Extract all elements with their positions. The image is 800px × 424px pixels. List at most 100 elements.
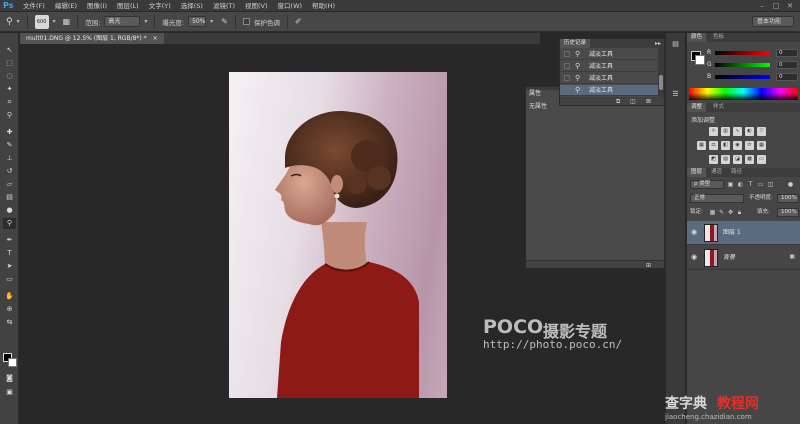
shape-tool-icon[interactable]: ▭ xyxy=(3,274,16,285)
threshold-icon[interactable]: ◪ xyxy=(733,155,742,164)
quick-mask-icon[interactable]: ◙ xyxy=(3,373,16,384)
green-slider[interactable]: G 0 xyxy=(707,60,800,70)
swap-colors-icon[interactable]: ⇆ xyxy=(3,317,16,328)
tab-paths[interactable]: 路径 xyxy=(727,168,746,177)
delete-state-icon[interactable]: ⊠ xyxy=(646,97,651,106)
color-balance-icon[interactable]: ⚖ xyxy=(709,141,718,150)
eye-icon[interactable]: ◉ xyxy=(691,228,697,236)
tab-color[interactable]: 颜色 xyxy=(687,33,707,42)
blue-track[interactable] xyxy=(715,75,770,79)
menu-layer[interactable]: 图层(L) xyxy=(112,0,144,12)
history-scroll-thumb[interactable] xyxy=(659,75,663,90)
brush-chevron-icon[interactable]: ▾ xyxy=(53,18,56,25)
close-tab-icon[interactable]: × xyxy=(153,35,158,42)
tab-channels[interactable]: 通道 xyxy=(707,168,726,177)
menu-help[interactable]: 帮助(H) xyxy=(307,0,340,12)
filter-shape-icon[interactable]: ▭ xyxy=(757,180,764,189)
black-white-icon[interactable]: ◧ xyxy=(721,141,730,150)
history-item[interactable]: ⚲ 减淡工具 xyxy=(560,73,659,84)
filter-pixel-icon[interactable]: ▣ xyxy=(727,180,734,189)
range-select[interactable]: 高光 xyxy=(104,16,141,27)
properties-panel-icon[interactable]: ☰ xyxy=(669,89,682,100)
history-brush-source-checkbox[interactable] xyxy=(564,75,570,81)
portrait-photo[interactable] xyxy=(229,72,447,398)
move-tool-icon[interactable]: ↖ xyxy=(3,45,16,56)
menu-view[interactable]: 视图(V) xyxy=(240,0,273,12)
brush-tool-icon[interactable]: ✎ xyxy=(3,140,16,151)
photo-filter-icon[interactable]: ◉ xyxy=(733,141,742,150)
history-item-selected[interactable]: ⚲ 减淡工具 xyxy=(560,85,659,96)
zoom-tool-icon[interactable]: ⊕ xyxy=(3,304,16,315)
opacity-input[interactable]: 100% xyxy=(777,194,799,203)
green-track[interactable] xyxy=(715,63,770,67)
menu-filter[interactable]: 滤镜(T) xyxy=(208,0,240,12)
lasso-tool-icon[interactable]: ◌ xyxy=(3,71,16,82)
history-brush-tool-icon[interactable]: ↺ xyxy=(3,166,16,177)
channel-mixer-icon[interactable]: ⟳ xyxy=(745,141,754,150)
filter-toggle-icon[interactable]: ● xyxy=(787,180,794,189)
history-panel-icon[interactable]: ▤ xyxy=(669,39,682,50)
history-scrollbar[interactable] xyxy=(658,48,664,98)
vibrance-icon[interactable]: ▽ xyxy=(757,127,766,136)
blue-slider[interactable]: B 0 xyxy=(707,72,800,82)
filter-smart-object-icon[interactable]: ◫ xyxy=(767,180,774,189)
layer-row[interactable]: ◉ 图层 1 xyxy=(687,221,800,245)
red-value[interactable]: 0 xyxy=(776,49,798,57)
dodge-tool-icon[interactable]: ⚲ xyxy=(3,218,16,229)
pressure-icon[interactable]: ✐ xyxy=(295,17,302,26)
layer-name[interactable]: 背景 xyxy=(723,246,735,270)
blur-tool-icon[interactable]: ● xyxy=(3,205,16,216)
layer-row[interactable]: ◉ 背景 ▣ xyxy=(687,246,800,270)
eye-icon[interactable]: ◉ xyxy=(691,253,697,261)
gradient-map-icon[interactable]: ▭ xyxy=(757,155,766,164)
dodge-tool-icon[interactable]: ⚲ xyxy=(6,17,13,27)
protect-tones-checkbox[interactable] xyxy=(242,18,250,25)
history-item[interactable]: ⚲ 减淡工具 xyxy=(560,49,659,60)
tab-adjustments[interactable]: 调整 xyxy=(687,103,707,112)
eyedropper-tool-icon[interactable]: ⚲ xyxy=(3,110,16,121)
tab-swatches[interactable]: 色板 xyxy=(709,33,728,42)
eraser-tool-icon[interactable]: ▱ xyxy=(3,179,16,190)
maximize-button[interactable]: □ xyxy=(770,1,782,11)
curves-icon[interactable]: ∿ xyxy=(733,127,742,136)
color-lookup-icon[interactable]: ▦ xyxy=(757,141,766,150)
lock-transparent-icon[interactable]: ▦ xyxy=(709,208,716,217)
document-tab[interactable]: mult01.DNG @ 12.5% (图层 1, RGB/8*) * × xyxy=(20,33,164,44)
panel-collapse-icon[interactable]: ▸▸ xyxy=(655,39,661,48)
layer-filter-select[interactable]: ρ 类型 xyxy=(690,180,724,189)
range-chevron-icon[interactable]: ▾ xyxy=(144,18,147,25)
menu-edit[interactable]: 编辑(E) xyxy=(50,0,82,12)
screen-mode-icon[interactable]: ▣ xyxy=(3,387,16,398)
filter-type-icon[interactable]: T xyxy=(747,180,754,189)
lock-position-icon[interactable]: ✥ xyxy=(727,208,734,217)
gradient-tool-icon[interactable]: ▤ xyxy=(3,192,16,203)
exposure-input[interactable]: 50% xyxy=(188,16,207,27)
history-brush-source-checkbox[interactable] xyxy=(564,63,570,69)
history-brush-source-checkbox[interactable] xyxy=(564,51,570,57)
brush-panel-icon[interactable]: ▦ xyxy=(63,17,71,26)
history-brush-source-checkbox[interactable] xyxy=(564,87,570,93)
menu-image[interactable]: 图像(I) xyxy=(82,0,112,12)
lock-all-icon[interactable]: 🔒︎ xyxy=(736,208,743,217)
blend-mode-select[interactable]: 正常 xyxy=(690,194,744,203)
healing-brush-tool-icon[interactable]: ✚ xyxy=(3,127,16,138)
airbrush-icon[interactable]: ✎ xyxy=(221,17,228,26)
red-slider[interactable]: R 0 xyxy=(707,48,800,58)
red-track[interactable] xyxy=(715,51,770,55)
selective-color-icon[interactable]: ▩ xyxy=(745,155,754,164)
lock-pixels-icon[interactable]: ✎ xyxy=(718,208,725,217)
blue-value[interactable]: 0 xyxy=(776,73,798,81)
hue-saturation-icon[interactable]: ▦ xyxy=(697,141,706,150)
quick-select-tool-icon[interactable]: ✦ xyxy=(3,84,16,95)
brightness-contrast-icon[interactable]: ☼ xyxy=(709,127,718,136)
pen-tool-icon[interactable]: ✒ xyxy=(3,235,16,246)
crop-tool-icon[interactable]: ⌗ xyxy=(3,97,16,108)
trash-icon[interactable]: ⊞ xyxy=(646,261,651,270)
menu-type[interactable]: 文字(Y) xyxy=(144,0,176,12)
exposure-chevron-icon[interactable]: ▾ xyxy=(210,18,213,25)
properties-panel-title[interactable]: 属性 xyxy=(529,89,541,98)
history-item[interactable]: ⚲ 减淡工具 xyxy=(560,61,659,72)
tab-layers[interactable]: 图层 xyxy=(687,168,707,177)
tab-styles[interactable]: 样式 xyxy=(709,103,728,112)
tab-history[interactable]: 历史记录 xyxy=(560,39,591,48)
